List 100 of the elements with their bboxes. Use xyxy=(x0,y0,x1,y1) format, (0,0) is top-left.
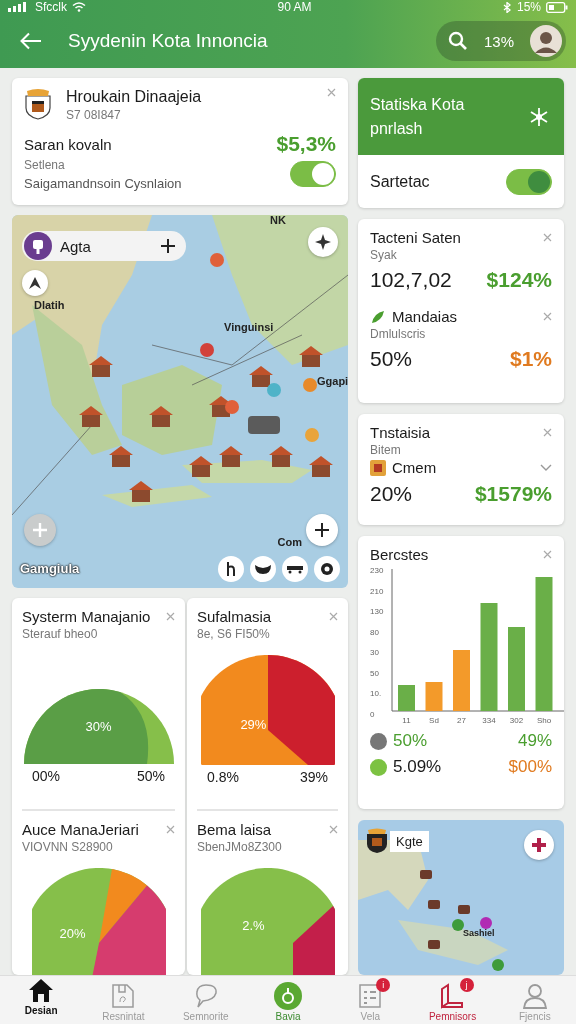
leaf-icon xyxy=(370,308,386,325)
bar xyxy=(398,685,415,711)
building-marker xyxy=(420,870,432,879)
chart-axis-label: 0.8% xyxy=(207,769,239,785)
map-label: NK xyxy=(270,215,286,226)
toggle-switch[interactable] xyxy=(506,169,552,195)
notification-badge: i xyxy=(376,978,391,992)
nav-tab[interactable]: Bavia xyxy=(250,981,326,1022)
house-icon xyxy=(299,346,323,367)
house-icon xyxy=(219,446,243,467)
percent-value: $5,3% xyxy=(276,132,336,156)
bowl-icon xyxy=(254,563,272,575)
nav-tab[interactable]: i Vela xyxy=(332,981,409,1022)
place-label: Ggapi xyxy=(317,375,348,387)
person-icon xyxy=(521,983,548,1009)
chart-subtitle: 8e, S6 FI50% xyxy=(197,627,271,641)
map-marker[interactable] xyxy=(210,253,224,267)
avatar-icon[interactable] xyxy=(530,25,562,57)
chart-axis-label: 50% xyxy=(136,768,165,784)
chart-title: Bema laisa xyxy=(197,821,272,838)
status-time: 90 AM xyxy=(277,0,312,14)
close-icon[interactable] xyxy=(543,233,552,242)
close-icon[interactable] xyxy=(166,612,175,621)
axis-tick-label: 130 xyxy=(370,607,384,616)
axis-tick-label: 334 xyxy=(482,716,496,725)
chart-center-label: 2.% xyxy=(242,918,265,933)
toggle-switch[interactable] xyxy=(290,160,336,187)
map-marker[interactable] xyxy=(267,383,281,397)
close-icon[interactable] xyxy=(543,428,552,437)
map-caption: Gamgiula xyxy=(20,561,80,576)
legend-label: 5.09% xyxy=(393,757,442,777)
battery-percent: 15% xyxy=(516,0,541,14)
search-pill[interactable]: 13% xyxy=(435,21,566,61)
chart-title: Auce ManaJeriari xyxy=(22,821,139,838)
map-marker[interactable] xyxy=(480,917,492,929)
crest-icon xyxy=(24,88,52,120)
map-marker[interactable] xyxy=(303,378,317,392)
nav-tab[interactable]: Resnintat xyxy=(85,981,162,1022)
place-label: Sashiel xyxy=(463,928,495,938)
card-subtitle: S7 08I847 xyxy=(66,108,122,122)
map-label: Kgte xyxy=(390,830,429,852)
house-icon xyxy=(109,446,133,467)
plus-icon xyxy=(32,522,48,538)
map-marker[interactable] xyxy=(225,400,239,414)
bar xyxy=(453,650,470,711)
close-icon[interactable] xyxy=(543,550,552,559)
carrier-name: Sfcclk xyxy=(35,0,67,14)
axis-tick-label: 11 xyxy=(402,716,411,725)
map-marker[interactable] xyxy=(305,428,319,442)
chart-axis-label: 39% xyxy=(299,769,328,785)
document-icon xyxy=(111,983,136,1009)
plus-icon[interactable] xyxy=(160,238,176,254)
wifi-icon xyxy=(72,2,86,12)
house-icon xyxy=(189,456,213,477)
back-arrow-icon[interactable] xyxy=(20,32,42,50)
legend-value: 49% xyxy=(517,731,552,751)
close-icon[interactable] xyxy=(329,612,338,621)
axis-tick-label: 10. xyxy=(370,689,382,698)
house-icon xyxy=(79,406,103,427)
axis-tick-label: 50 xyxy=(370,668,379,678)
search-icon[interactable] xyxy=(447,31,468,51)
map-marker[interactable] xyxy=(452,919,464,931)
box-icon xyxy=(370,459,386,476)
house-icon xyxy=(249,366,273,387)
walk-icon xyxy=(225,561,237,577)
search-value: 13% xyxy=(483,32,514,50)
nav-tab[interactable]: Desian xyxy=(3,975,80,1016)
close-icon[interactable] xyxy=(166,825,175,834)
nav-tab[interactable]: Semnorite xyxy=(167,981,244,1022)
map-label: Com xyxy=(277,536,302,548)
close-icon[interactable] xyxy=(543,312,552,321)
house-icon xyxy=(269,446,293,467)
map-marker[interactable] xyxy=(200,343,214,357)
bar xyxy=(425,682,443,711)
place-label: Dlatih xyxy=(34,299,65,311)
metric-value: 20% xyxy=(370,482,413,506)
nav-tab[interactable]: Fjencis xyxy=(496,981,573,1022)
chart-title: Systerm Manajanio xyxy=(22,608,151,625)
close-icon[interactable] xyxy=(329,825,338,834)
caption-text: Setlena xyxy=(24,158,66,172)
page-title: Syydenin Kota Innoncia xyxy=(68,30,269,52)
map-marker[interactable] xyxy=(492,959,504,971)
card-subtitle: Bitem xyxy=(370,443,402,457)
navigation-arrow-icon xyxy=(28,276,42,290)
axis-tick-label: 302 xyxy=(509,716,524,725)
building-marker xyxy=(428,940,440,949)
house-icon xyxy=(129,481,153,502)
chart-title: Sufalmasia xyxy=(197,608,272,625)
toggle-label: Sartetac xyxy=(370,173,430,191)
metric-subtitle: Dmlulscris xyxy=(370,327,427,341)
metric-change: $1579% xyxy=(474,482,552,506)
option-select[interactable]: Cmem xyxy=(370,459,552,476)
house-icon xyxy=(149,406,173,427)
close-icon[interactable] xyxy=(327,88,336,97)
axis-tick-label: 210 xyxy=(370,586,384,596)
card-title: Hroukain Dinaajeia xyxy=(66,88,203,106)
book-icon xyxy=(439,983,466,1009)
nav-tab[interactable]: j Pemnisors xyxy=(414,981,491,1022)
field-label: Saran kovaln xyxy=(24,135,112,153)
map-search-bar[interactable]: Agta xyxy=(22,231,186,261)
